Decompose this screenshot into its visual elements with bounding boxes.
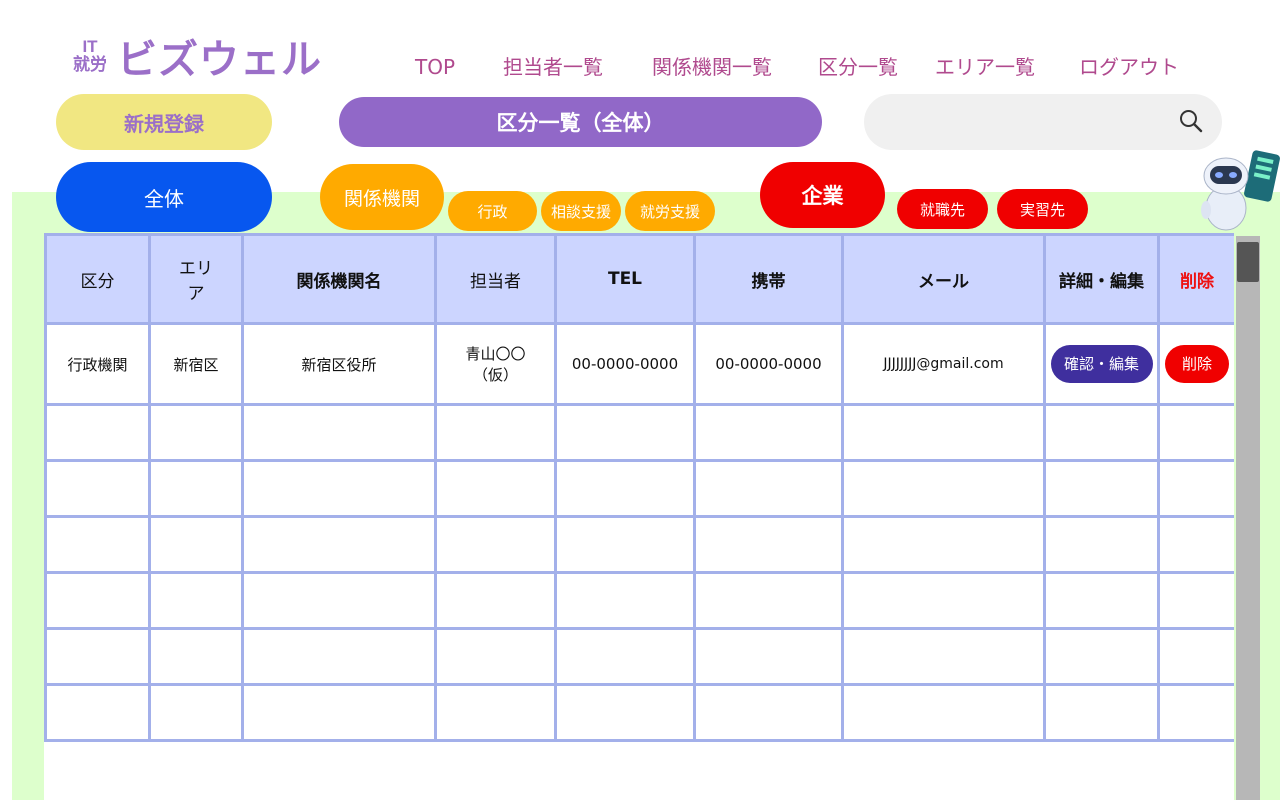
table-scrollbar-thumb[interactable] <box>1237 242 1259 282</box>
filter-all-button[interactable]: 全体 <box>56 162 272 232</box>
filter-consultation-support-button[interactable]: 相談支援 <box>541 191 621 231</box>
logo-prefix-it: IT <box>82 37 98 56</box>
nav-category-list[interactable]: 区分一覧 <box>818 54 898 80</box>
nav-area-list[interactable]: エリア一覧 <box>935 54 1035 80</box>
new-register-button[interactable]: 新規登録 <box>56 94 272 150</box>
table-row: 行政機関 新宿区 新宿区役所 青山〇〇（仮） 00-0000-0000 00-0… <box>44 322 1234 406</box>
table-row <box>44 627 1234 686</box>
header-detail-edit: 詳細・編集 <box>1043 233 1160 325</box>
header-delete: 削除 <box>1157 233 1234 325</box>
table-row <box>44 515 1234 574</box>
nav-logout[interactable]: ログアウト <box>1079 54 1179 80</box>
search-icon[interactable] <box>1178 108 1204 134</box>
page-title: 区分一覧（全体） <box>339 97 822 147</box>
category-table: 区分 エリア 関係機関名 担当者 TEL 携帯 メール 詳細・編集 削除 行政機… <box>44 233 1234 742</box>
logo-prefix-shuro: 就労 <box>73 55 107 74</box>
header-mobile: 携帯 <box>693 233 844 325</box>
cell-delete: 削除 <box>1157 322 1234 406</box>
robot-mascot-icon <box>1201 150 1280 231</box>
header-email: メール <box>841 233 1046 325</box>
search-box <box>864 94 1222 150</box>
cell-email: JJJJJJJJ@gmail.com <box>841 322 1046 406</box>
filter-company-button[interactable]: 企業 <box>760 162 885 228</box>
filter-employment-support-button[interactable]: 就労支援 <box>625 191 715 231</box>
table-scrollbar[interactable] <box>1236 236 1260 800</box>
filter-organization-button[interactable]: 関係機関 <box>320 164 444 230</box>
logo-prefix: IT 就労 <box>70 38 110 74</box>
table-row <box>44 571 1234 630</box>
cell-person: 青山〇〇（仮） <box>434 322 557 406</box>
search-input[interactable] <box>884 106 1178 140</box>
header-organization-name: 関係機関名 <box>241 233 437 325</box>
filter-internship-button[interactable]: 実習先 <box>997 189 1088 229</box>
header-tel: TEL <box>554 233 696 325</box>
delete-button[interactable]: 削除 <box>1165 345 1229 383</box>
table-row <box>44 459 1234 518</box>
table-header-row: 区分 エリア 関係機関名 担当者 TEL 携帯 メール 詳細・編集 削除 <box>44 233 1234 325</box>
cell-mobile: 00-0000-0000 <box>693 322 844 406</box>
cell-tel: 00-0000-0000 <box>554 322 696 406</box>
filter-administration-button[interactable]: 行政 <box>448 191 537 231</box>
header-person: 担当者 <box>434 233 557 325</box>
nav-staff-list[interactable]: 担当者一覧 <box>503 54 603 80</box>
cell-organization-name: 新宿区役所 <box>241 322 437 406</box>
header-area: エリア <box>148 233 244 325</box>
cell-edit: 確認・編集 <box>1043 322 1160 406</box>
header-kubun: 区分 <box>44 233 151 325</box>
cell-area: 新宿区 <box>148 322 244 406</box>
nav-organization-list[interactable]: 関係機関一覧 <box>652 54 772 80</box>
table-row <box>44 683 1234 742</box>
category-table-container: 区分 エリア 関係機関名 担当者 TEL 携帯 メール 詳細・編集 削除 行政機… <box>44 233 1234 800</box>
logo-name: ビズウェル <box>117 37 322 83</box>
cell-kubun: 行政機関 <box>44 322 151 406</box>
table-row <box>44 403 1234 462</box>
confirm-edit-button[interactable]: 確認・編集 <box>1050 345 1153 383</box>
filter-employer-button[interactable]: 就職先 <box>897 189 988 229</box>
nav-top[interactable]: TOP <box>415 54 455 80</box>
